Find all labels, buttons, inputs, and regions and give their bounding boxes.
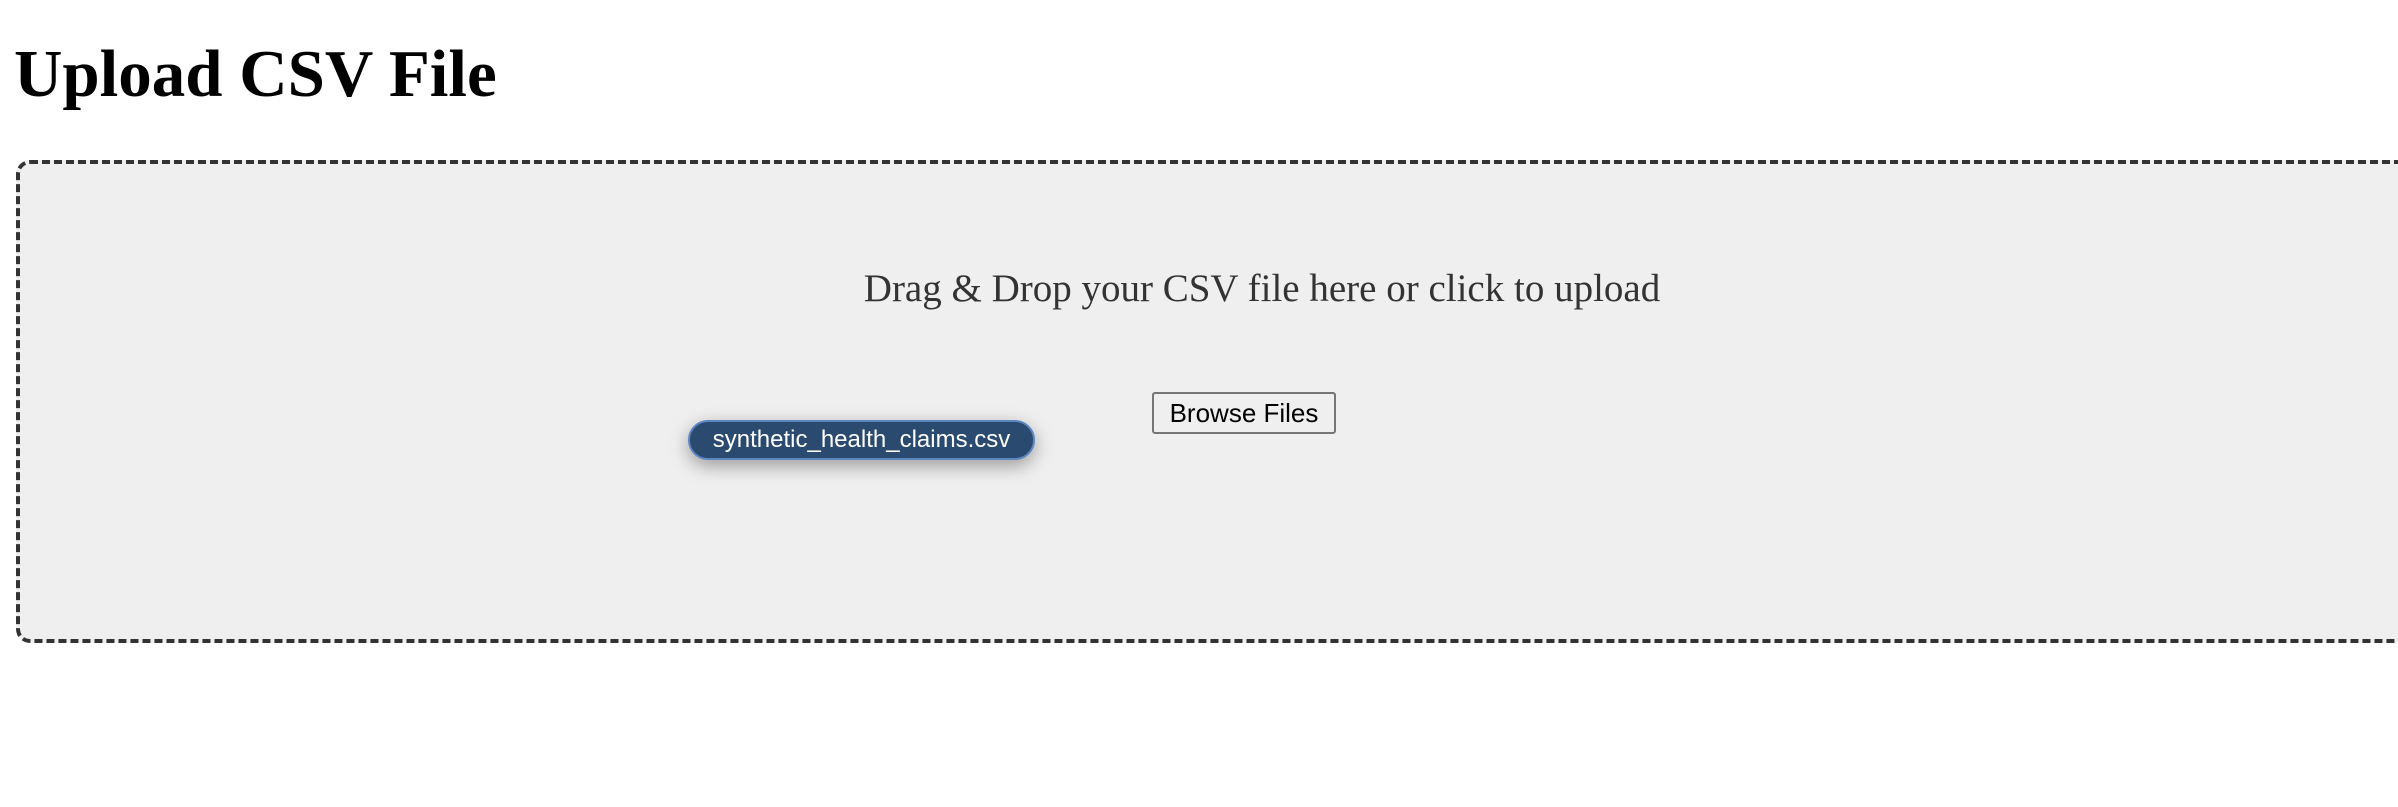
page-title: Upload CSV File [14, 37, 497, 111]
csv-drop-zone[interactable]: Drag & Drop your CSV file here or click … [16, 160, 2398, 643]
browse-files-button[interactable]: Browse Files [1152, 392, 1336, 434]
page: Upload CSV File Drag & Drop your CSV fil… [0, 0, 2398, 807]
drop-instructions: Drag & Drop your CSV file here or click … [863, 267, 1661, 310]
dragged-file-chip[interactable]: synthetic_health_claims.csv [688, 420, 1035, 460]
